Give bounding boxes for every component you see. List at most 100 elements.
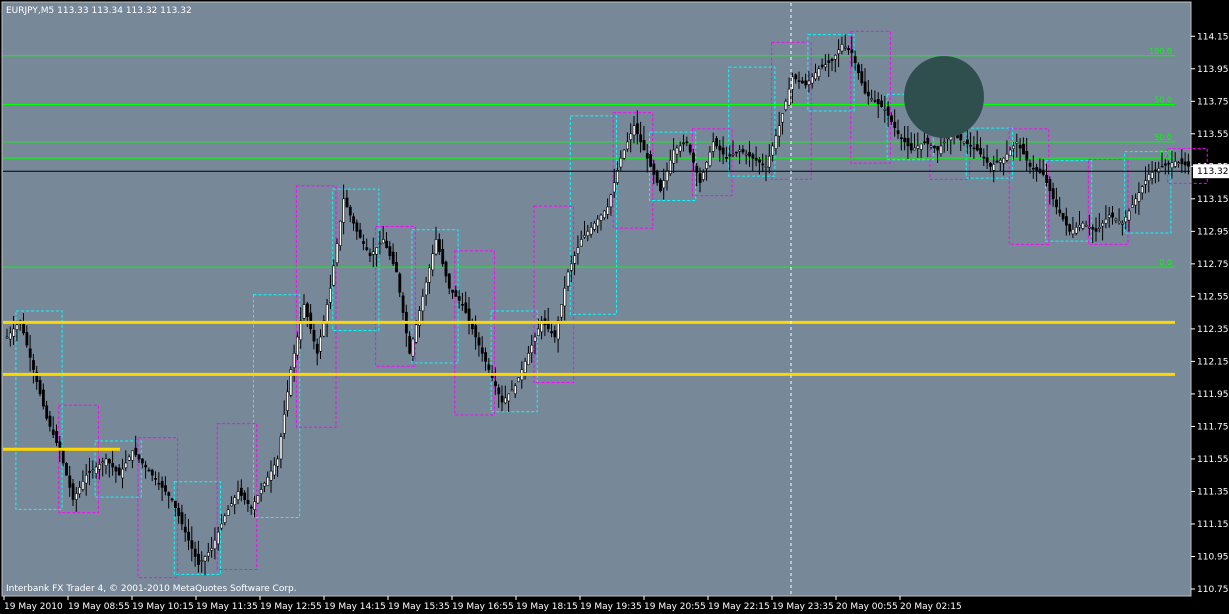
- candle-body: [358, 229, 362, 238]
- candle-body: [675, 147, 679, 155]
- candle-body: [748, 152, 752, 157]
- candle-body: [622, 149, 626, 159]
- candle-body: [635, 123, 639, 135]
- candle-body: [147, 469, 151, 472]
- candle-body: [388, 246, 392, 257]
- candle-body: [207, 552, 210, 557]
- candle-body: [784, 100, 788, 110]
- candle-body: [98, 464, 101, 470]
- price-tick-label: 111.35: [1197, 487, 1229, 497]
- candle-body: [857, 64, 860, 74]
- candle-body: [659, 179, 662, 191]
- candle-body: [342, 198, 346, 223]
- candle-body: [880, 100, 884, 108]
- chart[interactable]: 100.0 50.0 50.0 0.0 0.0 114.15 113.95 113.75 11…: [0, 0, 1229, 614]
- price-tick-label: 112.75: [1197, 260, 1229, 270]
- candle-body: [121, 468, 125, 479]
- candle-body: [305, 303, 309, 317]
- candle-body: [461, 304, 464, 306]
- candle-body: [12, 328, 16, 337]
- time-tick-label: 19 May 22:15: [708, 602, 770, 612]
- candle-body: [1068, 224, 1072, 232]
- candle-body: [1012, 145, 1016, 149]
- candle-body: [282, 413, 286, 434]
- candle-body: [68, 475, 72, 488]
- candle-body: [183, 526, 187, 533]
- price-tick-label: 112.95: [1197, 227, 1229, 237]
- candle-body: [642, 139, 646, 151]
- candle-body: [873, 100, 877, 102]
- current-price-label: 113.32: [1197, 167, 1229, 177]
- symbol-header: EURJPY,M5 113.33 113.34 113.32 113.32: [6, 6, 192, 16]
- candle-body: [530, 344, 534, 354]
- candle-body: [25, 332, 29, 346]
- candle-body: [88, 471, 92, 473]
- candle-body: [517, 377, 521, 383]
- candle-body: [649, 153, 653, 167]
- candle-body: [962, 141, 966, 144]
- candle-body: [705, 161, 709, 169]
- candle-body: [797, 80, 801, 82]
- candle-body: [216, 531, 220, 545]
- candle-body: [296, 336, 299, 356]
- plot-area: [1, 1, 1192, 597]
- candle-body: [1107, 214, 1111, 218]
- candle-body: [401, 295, 405, 313]
- price-tick-label: 110.95: [1197, 552, 1229, 562]
- candle-body: [1051, 188, 1055, 200]
- candle-body: [1032, 167, 1035, 170]
- candle-body: [223, 515, 227, 523]
- candle-body: [71, 483, 75, 500]
- candle-body: [1173, 161, 1177, 167]
- candle-body: [1160, 165, 1164, 168]
- time-tick-label: 19 May 23:35: [772, 602, 834, 612]
- time-tick-label: 19 May 10:15: [132, 602, 194, 612]
- candle-body: [913, 147, 917, 151]
- candle-body: [827, 60, 831, 63]
- price-tick-label: 110.75: [1197, 585, 1229, 595]
- candle-body: [573, 255, 577, 264]
- candle-body: [936, 146, 940, 151]
- candle-body: [263, 483, 266, 487]
- candle-body: [1101, 222, 1105, 227]
- time-tick-label: 20 May 00:55: [836, 602, 898, 612]
- candle-body: [1157, 168, 1161, 173]
- candle-body: [141, 458, 144, 464]
- candle-body: [833, 54, 837, 60]
- candle-body: [523, 361, 527, 373]
- candle-body: [444, 261, 448, 277]
- candle-body: [385, 240, 389, 248]
- price-tick-label: 111.15: [1197, 520, 1229, 530]
- price-tick-label: 111.95: [1197, 390, 1229, 400]
- price-tick-label: 113.95: [1197, 65, 1229, 75]
- candle-body: [1008, 149, 1012, 157]
- candle-body: [1147, 174, 1151, 182]
- time-tick-label: 19 May 18:15: [516, 602, 578, 612]
- candle-body: [256, 495, 260, 504]
- candle-body: [810, 76, 814, 84]
- candle-body: [434, 239, 438, 255]
- candle-body: [969, 144, 973, 147]
- candle-body: [117, 467, 121, 476]
- candle-body: [249, 506, 253, 509]
- candle-body: [758, 159, 761, 163]
- candle-body: [1048, 178, 1052, 192]
- candle-body: [1187, 161, 1190, 167]
- candle-body: [929, 145, 933, 148]
- candle-body: [800, 80, 804, 84]
- fib-level-label: 0.0: [1159, 149, 1172, 158]
- candle-body: [791, 76, 794, 90]
- candle-body: [787, 88, 791, 106]
- candle-body: [744, 153, 748, 156]
- candle-body: [180, 512, 184, 525]
- candle-body: [101, 461, 105, 463]
- candle-body: [94, 466, 98, 474]
- candle-body: [428, 267, 431, 283]
- candle-body: [276, 458, 280, 467]
- candle-body: [847, 48, 851, 51]
- candle-body: [566, 271, 570, 287]
- candle-body: [616, 170, 620, 183]
- candle-body: [1022, 143, 1025, 155]
- candle-body: [497, 387, 501, 395]
- candle-body: [48, 415, 52, 427]
